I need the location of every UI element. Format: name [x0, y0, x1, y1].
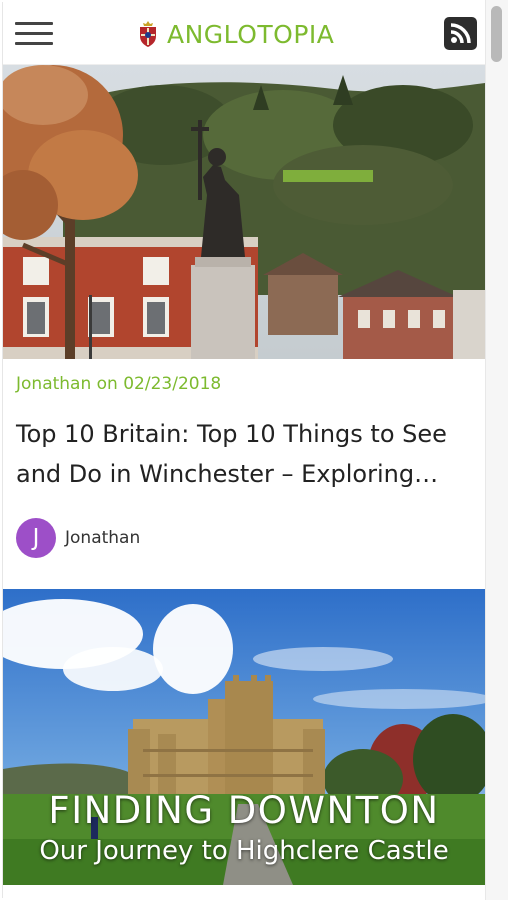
post-title[interactable]: Top 10 Britain: Top 10 Things to See and…	[16, 414, 474, 494]
hamburger-menu-icon[interactable]	[15, 22, 53, 48]
app-frame: ANGLOTOPIA Jonathan on 02/23/2018 Top 10…	[2, 2, 486, 898]
rss-feed-icon[interactable]	[444, 17, 477, 50]
author-avatar: J	[16, 518, 56, 558]
top-header: ANGLOTOPIA	[3, 2, 485, 65]
brand-title: ANGLOTOPIA	[167, 19, 335, 49]
post-author[interactable]: J Jonathan	[16, 518, 140, 558]
scrollbar-thumb[interactable]	[491, 6, 502, 62]
post-image-winchester[interactable]	[3, 65, 485, 359]
brand-logo[interactable]: ANGLOTOPIA	[137, 18, 334, 50]
post-meta[interactable]: Jonathan on 02/23/2018	[16, 374, 221, 394]
scrollbar[interactable]	[485, 0, 508, 900]
feature-subtitle[interactable]: Our Journey to Highclere Castle	[3, 836, 485, 866]
crest-logo-icon	[140, 21, 156, 47]
feature-title[interactable]: FINDING DOWNTON	[3, 789, 485, 832]
author-name: Jonathan	[65, 528, 141, 548]
